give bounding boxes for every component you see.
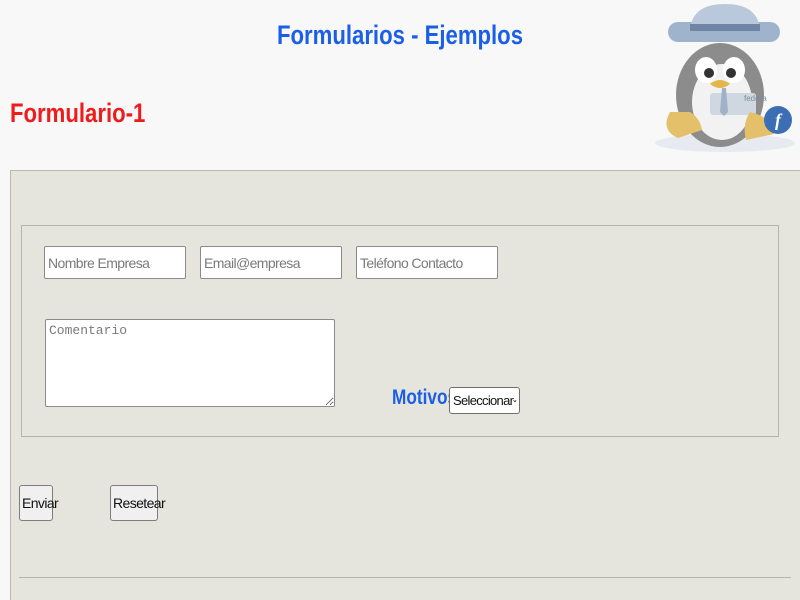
comment-textarea[interactable]	[45, 319, 335, 407]
divider	[19, 577, 791, 578]
motivos-label: Motivos	[392, 386, 458, 409]
phone-input[interactable]	[356, 246, 498, 279]
company-name-input[interactable]	[44, 246, 186, 279]
page-title: Formularios - Ejemplos	[276, 20, 524, 50]
motivos-select[interactable]: Seleccionar	[449, 387, 520, 414]
form-fieldset: Motivos Seleccionar	[21, 225, 779, 437]
motivos-selected-value: Seleccionar	[453, 393, 514, 408]
page: Formularios - Ejemplos f fedora Formular…	[0, 0, 800, 600]
reset-button[interactable]: Resetear	[110, 485, 166, 521]
submit-button[interactable]: Enviar	[19, 485, 59, 521]
form-panel: Motivos Seleccionar Enviar Resetear	[10, 170, 800, 600]
svg-text:fedora: fedora	[744, 94, 767, 103]
email-input[interactable]	[200, 246, 342, 279]
chevron-down-icon	[513, 399, 517, 402]
form-title: Formulario-1	[10, 98, 146, 128]
fedora-tux-detective-icon: f fedora	[650, 0, 800, 152]
